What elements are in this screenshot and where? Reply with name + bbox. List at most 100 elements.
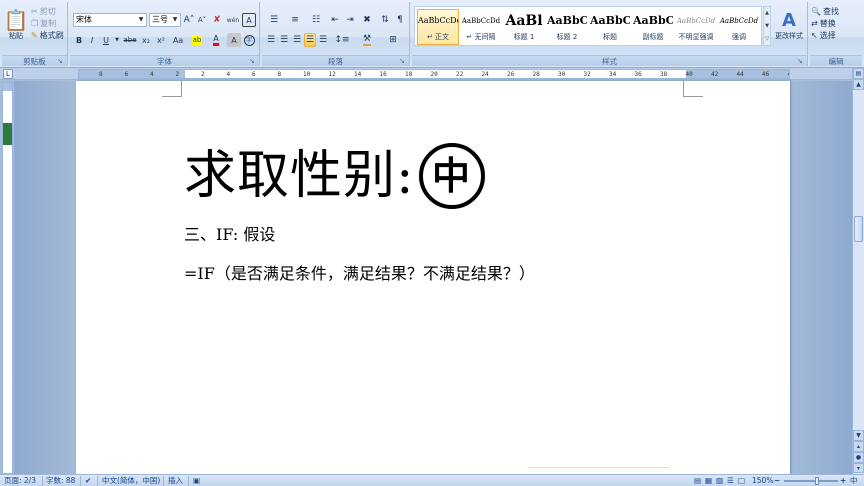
find-button[interactable]: 🔍 查找 <box>810 6 860 17</box>
print-layout-view-icon[interactable]: ▤ <box>694 476 701 486</box>
web-layout-view-icon[interactable]: ▧ <box>716 476 723 486</box>
zoom-slider-track[interactable] <box>784 480 838 482</box>
document-page[interactable]: 求取性别: 中 三、IF: 假设 =IF（是否满足条件，满足结果？不满足结果？） <box>76 81 790 474</box>
style-tile[interactable]: AaBbC 副标题 <box>632 9 674 45</box>
align-left-button[interactable]: ☰ <box>265 33 277 47</box>
zoom-out-icon[interactable]: − <box>774 476 780 486</box>
phonetic-label: wén <box>226 16 240 24</box>
shading-button[interactable]: ⚒ <box>356 33 378 47</box>
outline-view-icon[interactable]: ☰ <box>727 476 734 486</box>
justify-button[interactable]: ☰ <box>304 33 316 47</box>
font-name-combo[interactable]: 宋体 ▼ <box>73 13 147 27</box>
font-launcher-icon[interactable]: ↘ <box>249 57 257 65</box>
line-spacing-button[interactable]: ↕≡ <box>332 33 352 47</box>
ruler-tick-label: 28 <box>532 71 540 78</box>
copy-button[interactable]: ❐ 复制 <box>30 18 66 29</box>
italic-label: I <box>90 35 94 45</box>
scroll-down-button[interactable]: ▼ <box>853 430 864 441</box>
full-screen-view-icon[interactable]: ▦ <box>705 476 712 486</box>
bold-button[interactable]: B <box>73 33 85 47</box>
vertical-ruler[interactable] <box>2 82 13 474</box>
char-border-button[interactable]: A <box>242 13 256 27</box>
underline-dropdown[interactable]: ▼ <box>113 33 121 47</box>
distributed-icon: ☰ <box>318 35 328 45</box>
ime-indicator[interactable]: 中 <box>850 476 858 486</box>
strikethrough-button[interactable]: abe <box>122 33 138 47</box>
select-browse-object-button[interactable]: ● <box>853 452 864 463</box>
font-color-button[interactable]: A <box>207 33 225 47</box>
show-marks-button[interactable]: ¶ <box>393 13 407 27</box>
replace-button[interactable]: ⇄ 替换 <box>810 18 860 29</box>
title-text: 求取性别: <box>184 146 415 206</box>
change-case-button[interactable]: Aa <box>169 33 187 47</box>
horizontal-ruler[interactable]: 8 6 4 2 2 4 6 8 10 12 14 16 18 20 22 24 26 28 30 32 34 36 38 40… <box>78 69 790 79</box>
style-tile[interactable]: AaBbC 标题 2 <box>546 9 588 45</box>
chevron-down-icon[interactable]: ▼ <box>137 14 145 26</box>
format-painter-button[interactable]: ✎ 格式刷 <box>30 30 68 41</box>
chevron-down-icon[interactable]: ▼ <box>171 14 179 26</box>
italic-button[interactable]: I <box>86 33 98 47</box>
highlight-button[interactable]: ab <box>188 33 206 47</box>
document-title: 求取性别: 中 <box>184 143 485 209</box>
shrink-font-button[interactable]: A˅ <box>196 13 208 27</box>
style-tile[interactable]: AaBl 标题 1 <box>503 9 545 45</box>
multilevel-list-button[interactable]: ☷ <box>307 13 325 27</box>
styles-gallery-scroll[interactable]: ▲ ▼ ▽ <box>763 6 771 46</box>
insert-mode-indicator[interactable]: 插入 <box>168 476 183 486</box>
clear-format-button[interactable]: ✘ <box>210 13 224 27</box>
bullets-button[interactable]: ☰ <box>265 13 283 27</box>
language-indicator[interactable]: 中文(简体，中国) <box>102 476 160 486</box>
phonetic-guide-button[interactable]: wén <box>226 13 240 27</box>
borders-button[interactable]: ⊞ <box>382 33 404 47</box>
chinese-layout-icon: ✖ <box>363 15 371 25</box>
numbering-button[interactable]: ≡ <box>286 13 304 27</box>
underline-button[interactable]: U <box>99 33 113 47</box>
grow-font-button[interactable]: A˄ <box>183 13 195 27</box>
cut-button[interactable]: ✂ 剪切 <box>30 6 66 17</box>
clipboard-launcher-icon[interactable]: ↘ <box>57 57 65 65</box>
zoom-in-icon[interactable]: + <box>840 476 846 486</box>
style-tile[interactable]: AaBbCcDd 强调 <box>718 9 760 45</box>
enclose-char-button[interactable]: 字 <box>242 33 256 47</box>
styles-launcher-icon[interactable]: ↘ <box>797 57 805 65</box>
find-label: 查找 <box>822 7 839 16</box>
style-tile[interactable]: AaBbCcDd 不明显强调 <box>675 9 717 45</box>
style-name: 副标题 <box>642 33 664 41</box>
subscript-button[interactable]: x₂ <box>139 33 153 47</box>
change-styles-button[interactable]: A 更改样式 <box>772 6 806 46</box>
zoom-slider-thumb[interactable] <box>815 477 819 485</box>
macro-record-icon[interactable]: ▣ <box>193 476 200 486</box>
page-count[interactable]: 页面: 2/3 <box>4 476 36 486</box>
char-shading-button[interactable]: A <box>227 33 241 47</box>
align-center-icon: ☰ <box>279 35 289 45</box>
word-count[interactable]: 字数: 88 <box>46 476 75 486</box>
scroll-up-button[interactable]: ▲ <box>853 79 864 90</box>
zoom-level[interactable]: 150% <box>752 476 773 486</box>
paragraph-launcher-icon[interactable]: ↘ <box>399 57 407 65</box>
select-label: 选择 <box>819 31 836 40</box>
superscript-button[interactable]: x² <box>154 33 168 47</box>
align-right-button[interactable]: ☰ <box>291 33 303 47</box>
editing-group-label: 编辑 <box>810 55 862 66</box>
ruler-tick-label: 46 <box>762 71 770 78</box>
ruler-toggle-button[interactable]: ▤ <box>853 68 864 79</box>
style-tile[interactable]: AaBbCcDd ↵ 无间隔 <box>460 9 502 45</box>
align-center-button[interactable]: ☰ <box>278 33 290 47</box>
decrease-indent-button[interactable]: ⇤ <box>328 13 342 27</box>
font-size-combo[interactable]: 三号 ▼ <box>149 13 181 27</box>
distributed-button[interactable]: ☰ <box>317 33 329 47</box>
select-button[interactable]: ↖ 选择 <box>810 30 860 41</box>
scroll-thumb[interactable] <box>854 216 863 242</box>
vertical-scrollbar[interactable]: ▤ ▲ ▼ ▴ ● ▾ <box>852 68 864 474</box>
chinese-layout-button[interactable]: ✖ <box>358 13 376 27</box>
style-tile[interactable]: AaBbCcDd ↵ 正文 <box>417 9 459 45</box>
next-page-button[interactable]: ▾ <box>853 463 864 473</box>
tab-selector[interactable]: L <box>3 69 13 79</box>
paste-button[interactable]: 📋 粘贴 <box>4 4 29 46</box>
increase-indent-button[interactable]: ⇥ <box>343 13 357 27</box>
proofing-icon[interactable]: ✔ <box>85 476 91 486</box>
draft-view-icon[interactable]: □ <box>738 476 745 486</box>
previous-page-button[interactable]: ▴ <box>853 441 864 452</box>
style-tile[interactable]: AaBbC 标题 <box>589 9 631 45</box>
sort-button[interactable]: ⇅ <box>378 13 392 27</box>
